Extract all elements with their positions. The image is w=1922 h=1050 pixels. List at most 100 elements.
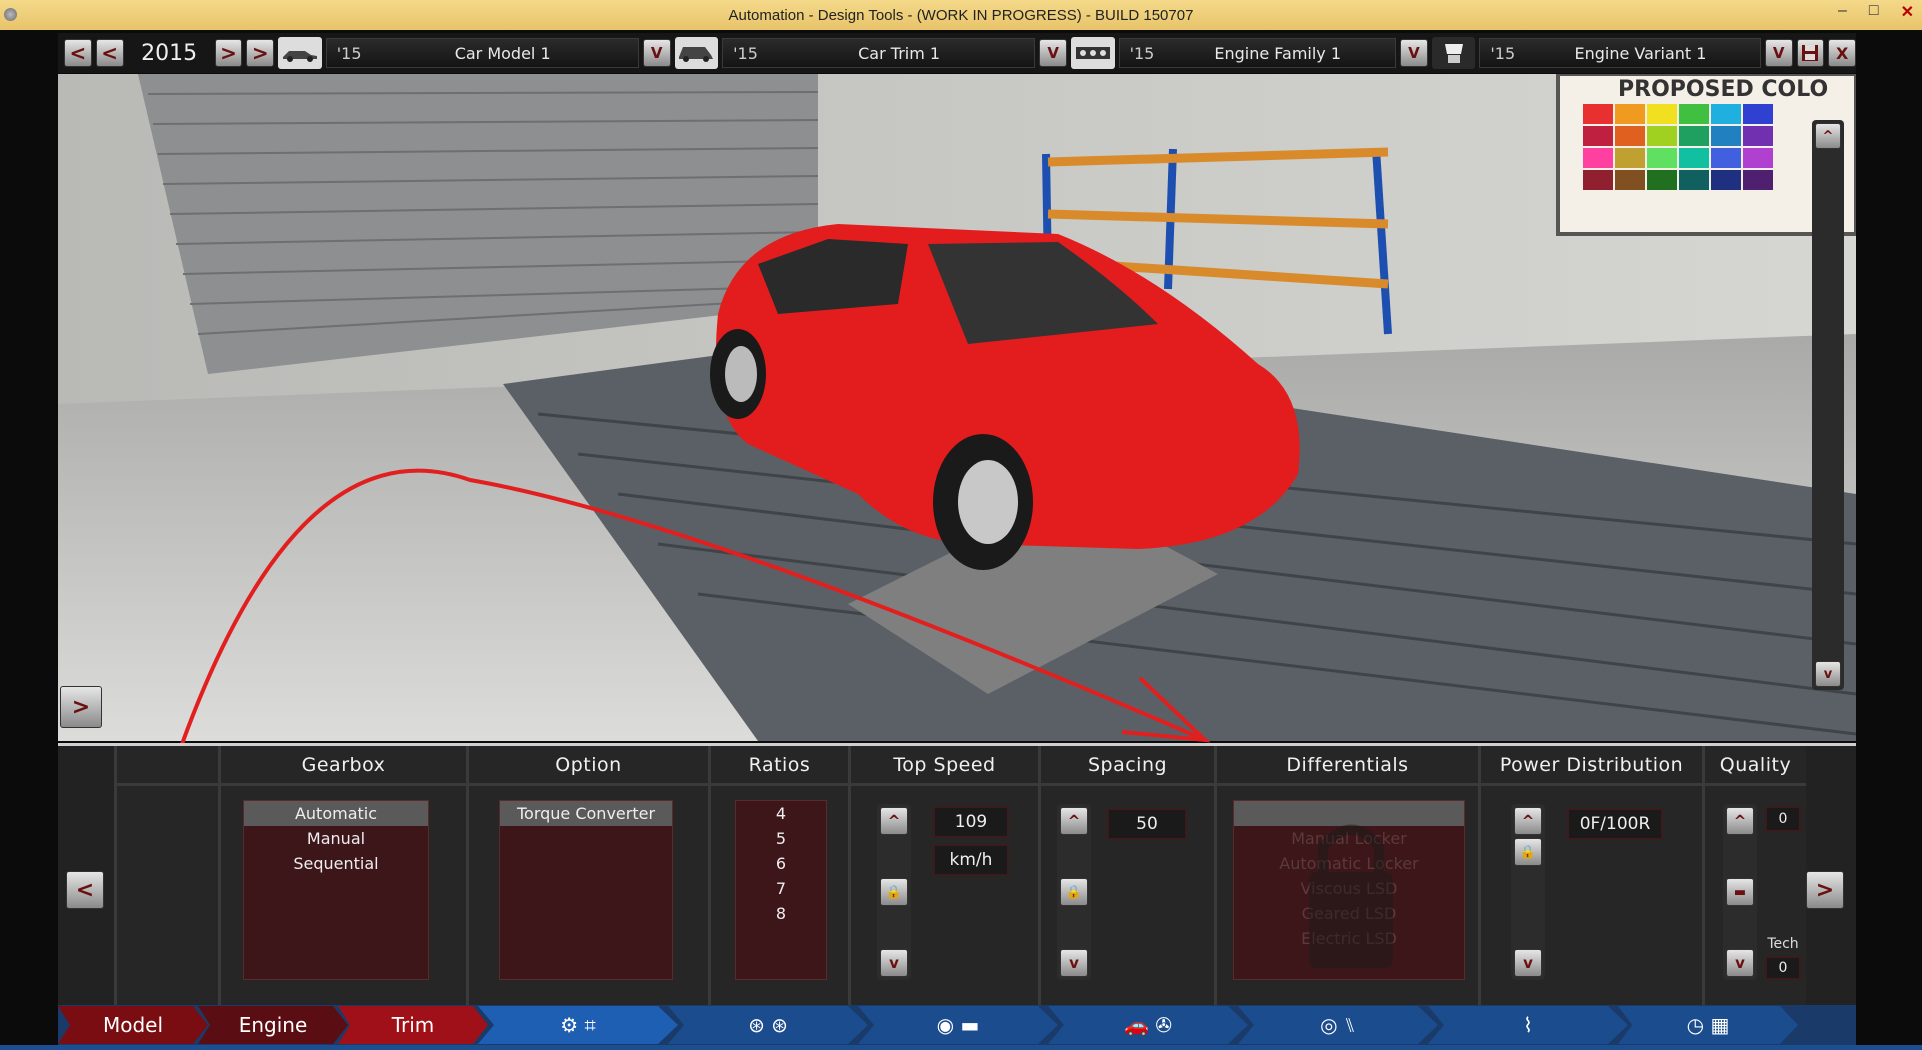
- panel-next-button[interactable]: >: [1806, 871, 1844, 909]
- window-title: Automation - Design Tools - (WORK IN PRO…: [728, 6, 1194, 24]
- panel-prev-button[interactable]: <: [66, 871, 104, 909]
- ratio-option-6[interactable]: 6: [736, 851, 826, 876]
- spacing-up-button[interactable]: ^: [1060, 807, 1088, 835]
- top-speed-unit: km/h: [933, 844, 1009, 876]
- car-trim-year: '15: [733, 43, 758, 63]
- gearbox-option-automatic[interactable]: Automatic: [244, 801, 428, 826]
- quality-value: 0: [1765, 806, 1801, 832]
- nav-tab-suspension[interactable]: ⌇: [1428, 1006, 1628, 1044]
- app-icon: [4, 8, 17, 21]
- car-model-year: '15: [336, 43, 362, 63]
- minimize-button[interactable]: –: [1838, 2, 1847, 22]
- engine-family-year: '15: [1129, 43, 1155, 63]
- option-column: Option Torque Converter: [466, 746, 708, 1005]
- quality-header: Quality: [1705, 746, 1806, 786]
- ratios-column: Ratios 4 5 6 7 8: [708, 746, 848, 1005]
- top-speed-column: Top Speed ^ 🔒 v 109 km/h: [848, 746, 1038, 1005]
- year-prev-fast-button[interactable]: <: [64, 39, 92, 67]
- gearbox-option-manual[interactable]: Manual: [244, 826, 428, 851]
- engine-variant-icon: [1431, 37, 1476, 69]
- gearbox-column: Gearbox Automatic Manual Sequential: [218, 746, 466, 1005]
- locked-padlock-icon: [1309, 824, 1393, 968]
- power-distribution-slider[interactable]: ^ 🔒 v: [1511, 804, 1545, 980]
- steering-wheel-icon: ◎ ⑊: [1320, 1013, 1356, 1037]
- power-distribution-lock-button[interactable]: 🔒: [1514, 838, 1542, 866]
- engine-variant-dropdown-button[interactable]: V: [1764, 39, 1793, 67]
- top-speed-slider[interactable]: ^ 🔒 v: [877, 804, 911, 980]
- close-window-button[interactable]: ✕: [1901, 2, 1914, 22]
- ratio-option-4[interactable]: 4: [736, 801, 826, 826]
- quality-slider[interactable]: ^ ▬ v: [1723, 804, 1757, 980]
- nav-tab-interior[interactable]: ◎ ⑊: [1238, 1006, 1438, 1044]
- top-speed-down-button[interactable]: v: [880, 949, 908, 977]
- empty-column: [114, 746, 234, 1005]
- floppy-disk-icon: [1802, 45, 1819, 61]
- power-distribution-column: Power Distribution ^ 🔒 v 0F/100R: [1478, 746, 1702, 1005]
- quality-up-button[interactable]: ^: [1726, 807, 1754, 835]
- poster-title: PROPOSED COLO: [1618, 77, 1828, 102]
- car-trim-dropdown-button[interactable]: V: [1039, 39, 1068, 67]
- top-speed-lock-button[interactable]: 🔒: [880, 878, 908, 906]
- checkered-flag-icon: ◷ ▦: [1686, 1013, 1730, 1037]
- nav-tab-gearbox[interactable]: ⚙ ⌗: [478, 1006, 678, 1044]
- engine-family-name: Engine Family 1: [1214, 43, 1342, 63]
- engine-variant-year: '15: [1490, 43, 1516, 63]
- spacing-header: Spacing: [1041, 746, 1214, 786]
- option-header: Option: [469, 746, 708, 786]
- engine-family-dropdown[interactable]: '15 Engine Family 1: [1118, 38, 1397, 68]
- ratios-list: 4 5 6 7 8: [735, 800, 827, 980]
- window-controls: – □ ✕: [1838, 2, 1914, 22]
- ratio-option-8[interactable]: 8: [736, 901, 826, 926]
- tech-label: Tech: [1767, 936, 1799, 952]
- power-distribution-down-button[interactable]: v: [1514, 949, 1542, 977]
- nav-tab-engine[interactable]: Engine: [198, 1006, 348, 1044]
- design-stage-navbar: Model Engine Trim ⚙ ⌗ ⊛ ⊛ ◉ ▬ 🚗 ✇ ◎ ⑊ ⌇ …: [58, 1005, 1856, 1045]
- car-trim-name: Car Trim 1: [858, 43, 941, 63]
- differentials-header: Differentials: [1217, 746, 1478, 786]
- save-button[interactable]: [1796, 39, 1825, 67]
- spacing-down-button[interactable]: v: [1060, 949, 1088, 977]
- engine-variant-name: Engine Variant 1: [1574, 43, 1707, 63]
- ratio-option-5[interactable]: 5: [736, 826, 826, 851]
- quality-down-button[interactable]: v: [1726, 949, 1754, 977]
- option-list: Torque Converter: [499, 800, 673, 980]
- maximize-button[interactable]: □: [1869, 2, 1879, 22]
- year-display: 2015: [141, 40, 198, 66]
- engine-family-icon: [1071, 37, 1115, 69]
- scroll-down-button[interactable]: v: [1815, 661, 1841, 687]
- year-next-button[interactable]: >: [214, 39, 243, 67]
- nav-tab-wheels[interactable]: ⊛ ⊛: [668, 1006, 868, 1044]
- close-designer-button[interactable]: X: [1828, 39, 1857, 67]
- empty-column-header: [117, 746, 234, 786]
- scroll-up-button[interactable]: ^: [1815, 123, 1841, 149]
- nav-tab-aero-cooling[interactable]: 🚗 ✇: [1048, 1006, 1248, 1044]
- gearbox-option-sequential[interactable]: Sequential: [244, 851, 428, 876]
- spacing-slider[interactable]: ^ 🔒 v: [1057, 804, 1091, 980]
- spacing-lock-button[interactable]: 🔒: [1060, 878, 1088, 906]
- car-model-icon: [278, 37, 322, 69]
- quality-slider-handle[interactable]: ▬: [1726, 878, 1754, 906]
- engine-variant-dropdown[interactable]: '15 Engine Variant 1: [1479, 38, 1761, 68]
- option-torque-converter[interactable]: Torque Converter: [500, 801, 672, 826]
- nav-tab-brakes[interactable]: ◉ ▬: [858, 1006, 1058, 1044]
- top-toolbar: < < 2015 > > '15 Car Model 1 V '15 Car T…: [58, 33, 1857, 73]
- power-distribution-header: Power Distribution: [1481, 746, 1702, 786]
- top-speed-up-button[interactable]: ^: [880, 807, 908, 835]
- window-titlebar: Automation - Design Tools - (WORK IN PRO…: [0, 0, 1922, 30]
- camera-scroll-bar[interactable]: ^ v: [1812, 120, 1844, 690]
- nav-tab-model[interactable]: Model: [58, 1006, 208, 1044]
- expand-panel-button[interactable]: >: [60, 686, 102, 728]
- nav-tab-trim[interactable]: Trim: [338, 1006, 488, 1044]
- gearbox-list: Automatic Manual Sequential: [243, 800, 429, 980]
- nav-tab-testing[interactable]: ◷ ▦: [1618, 1006, 1798, 1044]
- car-3d-viewport[interactable]: PROPOSED COLO >: [58, 74, 1856, 741]
- engine-family-dropdown-button[interactable]: V: [1400, 39, 1428, 67]
- car-model-dropdown-button[interactable]: V: [642, 39, 671, 67]
- spacing-value: 50: [1107, 808, 1187, 840]
- car-model-dropdown[interactable]: '15 Car Model 1: [325, 38, 639, 68]
- car-trim-dropdown[interactable]: '15 Car Trim 1: [722, 38, 1036, 68]
- ratio-option-7[interactable]: 7: [736, 876, 826, 901]
- power-distribution-up-button[interactable]: ^: [1514, 807, 1542, 835]
- year-prev-button[interactable]: <: [95, 39, 124, 67]
- year-next-fast-button[interactable]: >: [246, 39, 275, 67]
